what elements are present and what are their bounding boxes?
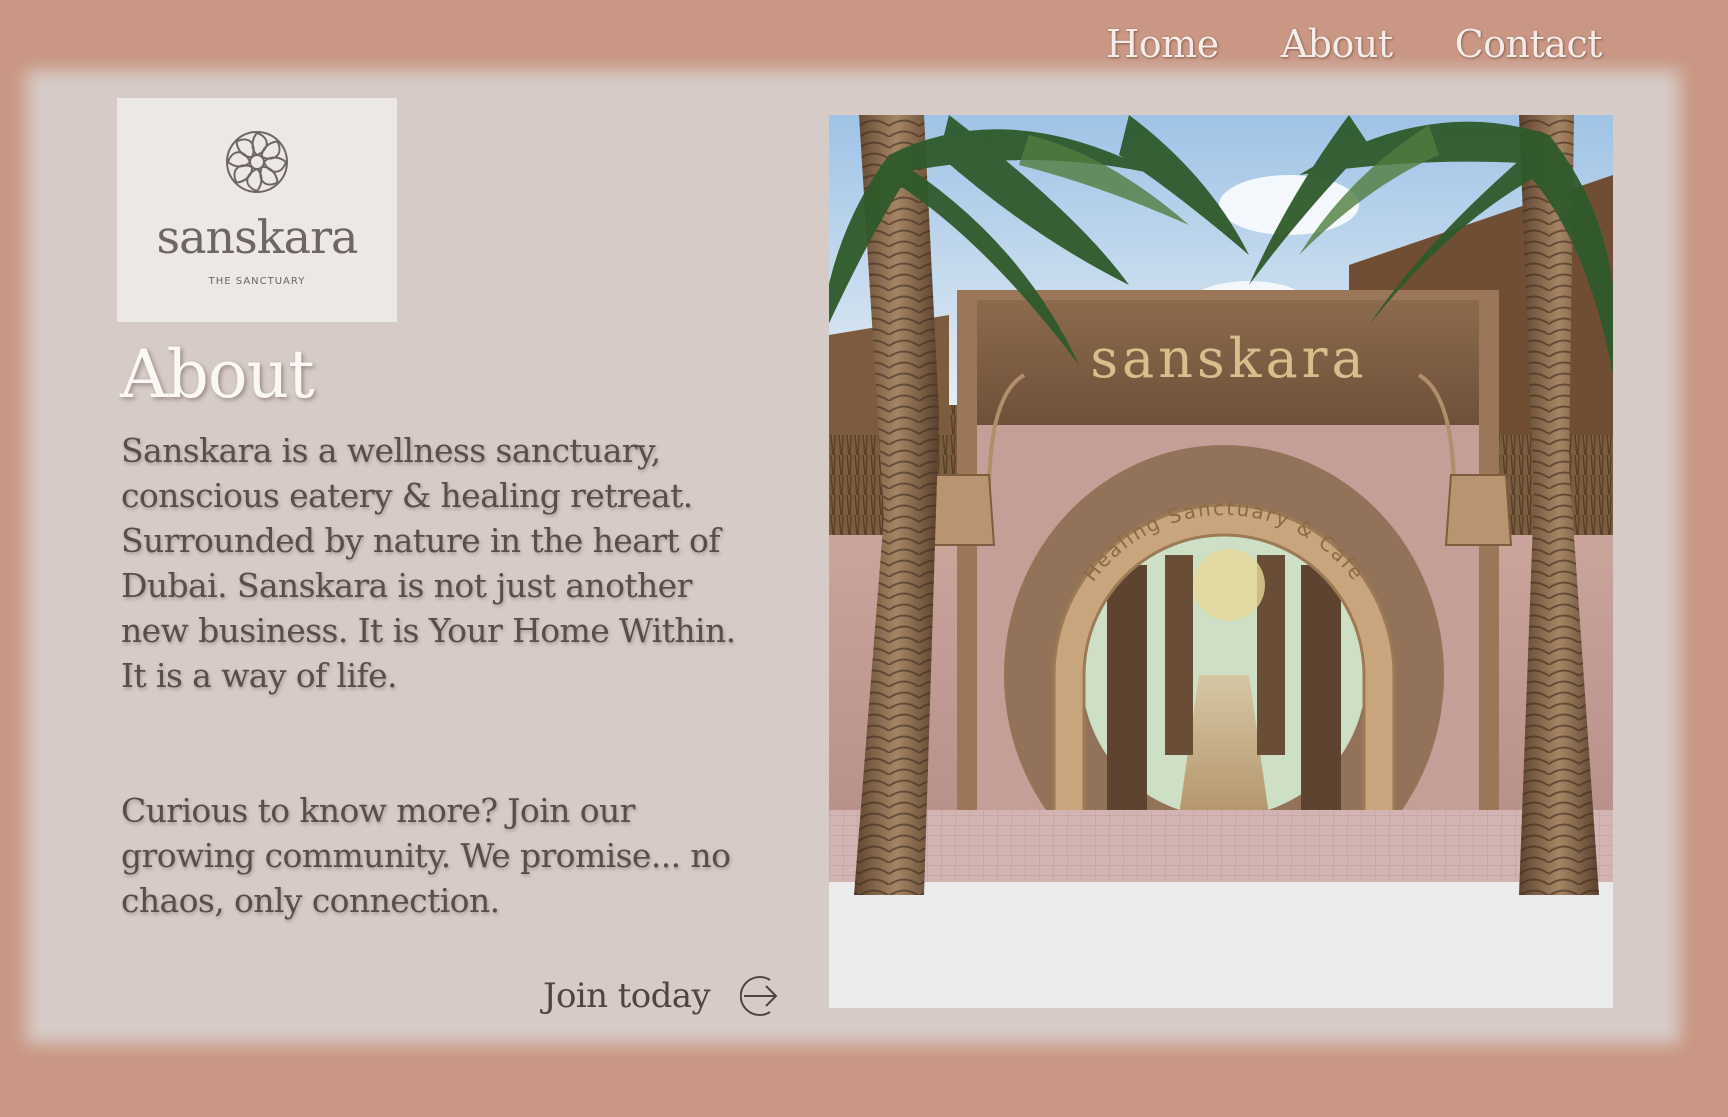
- nav-home-link[interactable]: Home: [1106, 22, 1219, 66]
- nav-contact-link[interactable]: Contact: [1455, 22, 1603, 66]
- gate-sign-text: sanskara: [1090, 327, 1367, 390]
- sanctuary-entrance-image: sanskara Healing Sanctuary & Cafe: [829, 115, 1613, 1008]
- main-nav: Home About Contact: [1106, 22, 1602, 66]
- page-title: About: [120, 336, 315, 413]
- community-invite-text: Curious to know more? Join our growing c…: [121, 791, 731, 920]
- logo-tagline: THE SANCTUARY: [208, 276, 306, 287]
- arrow-right-circle-icon: [740, 976, 778, 1016]
- flower-logo-icon: [226, 131, 288, 193]
- about-description: Sanskara is a wellness sanctuary, consci…: [121, 431, 736, 695]
- logo: sanskara THE SANCTUARY: [117, 98, 397, 322]
- logo-brand-name: sanskara: [156, 210, 359, 264]
- join-today-button[interactable]: Join today: [543, 974, 784, 1018]
- nav-about-link[interactable]: About: [1281, 22, 1393, 66]
- join-today-label: Join today: [543, 976, 711, 1016]
